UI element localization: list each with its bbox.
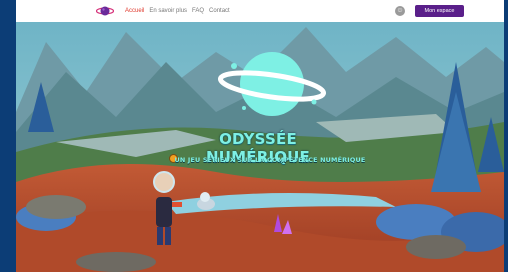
nav-item-contact[interactable]: Contact xyxy=(209,8,230,14)
nav-item-en-savoir-plus[interactable]: En savoir plus xyxy=(149,8,187,14)
top-navbar: Accueil En savoir plus FAQ Contact ☺ Mon… xyxy=(16,0,504,22)
browser-viewport: Accueil En savoir plus FAQ Contact ☺ Mon… xyxy=(16,0,504,272)
accessibility-icon[interactable]: ☺ xyxy=(395,6,405,16)
hero-subtitle: UN JEU SÉRIEUX SUR LA COMPÉTENCE NUMÉRIQ… xyxy=(174,156,366,164)
planet-logo-icon[interactable] xyxy=(96,3,114,19)
mon-espace-button[interactable]: Mon espace xyxy=(415,5,464,17)
window-frame: Accueil En savoir plus FAQ Contact ☺ Mon… xyxy=(0,0,508,272)
nav-item-accueil[interactable]: Accueil xyxy=(125,8,144,14)
main-menu: Accueil En savoir plus FAQ Contact xyxy=(125,0,230,22)
nav-item-faq[interactable]: FAQ xyxy=(192,8,204,14)
